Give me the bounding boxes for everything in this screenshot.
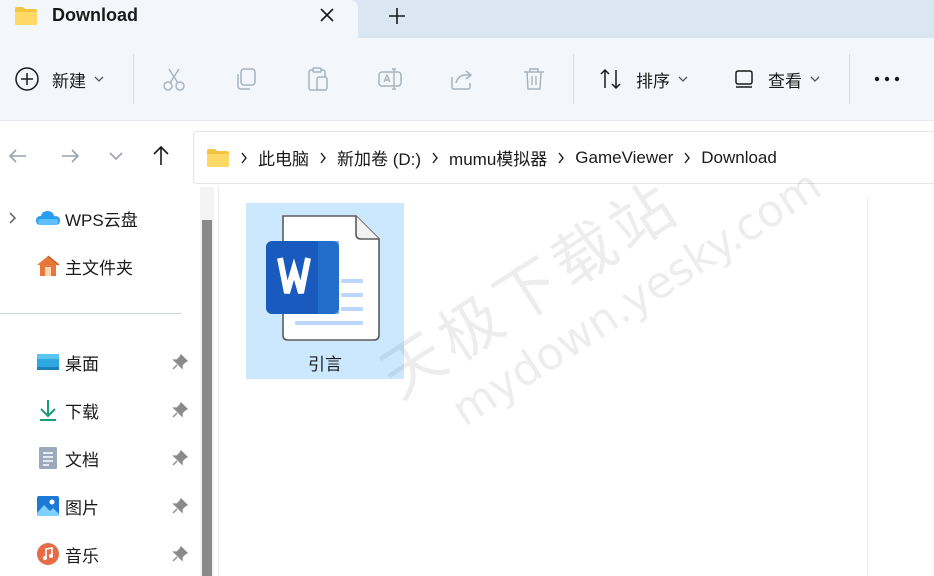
chevron-right-icon[interactable] bbox=[557, 152, 565, 164]
chevron-right-icon[interactable] bbox=[319, 152, 327, 164]
plus-icon[interactable] bbox=[384, 3, 410, 29]
pin-icon[interactable] bbox=[171, 545, 189, 563]
share-button[interactable] bbox=[448, 38, 476, 120]
view-icon bbox=[735, 70, 753, 88]
forward-arrow-icon[interactable] bbox=[58, 144, 82, 168]
sort-label: 排序 bbox=[636, 71, 670, 91]
more-options-button[interactable] bbox=[873, 38, 901, 120]
breadcrumb-gameviewer[interactable]: GameViewer bbox=[575, 148, 673, 168]
pin-icon[interactable] bbox=[171, 353, 189, 371]
up-arrow-icon[interactable] bbox=[149, 144, 173, 168]
new-label: 新建 bbox=[52, 71, 86, 91]
word-document-icon bbox=[266, 215, 380, 341]
chevron-right-icon[interactable] bbox=[4, 210, 20, 226]
sidebar-item-downloads[interactable]: 下载 bbox=[0, 393, 200, 427]
home-icon bbox=[35, 253, 61, 279]
sidebar-item-desktop[interactable]: 桌面 bbox=[0, 345, 200, 379]
rename-icon bbox=[378, 68, 402, 90]
breadcrumb-drive-d[interactable]: 新加卷 (D:) bbox=[337, 145, 421, 170]
chevron-down-icon bbox=[810, 76, 820, 82]
copy-icon bbox=[237, 68, 256, 90]
document-icon bbox=[35, 445, 61, 471]
command-bar: 新建 排序 查看 bbox=[0, 38, 934, 121]
chevron-right-icon[interactable] bbox=[240, 152, 248, 164]
view-label: 查看 bbox=[768, 71, 802, 91]
view-button[interactable]: 查看 bbox=[734, 38, 820, 120]
sidebar-divider bbox=[0, 313, 182, 314]
breadcrumb-mumu[interactable]: mumu模拟器 bbox=[449, 145, 547, 170]
sidebar-item-label: WPS云盘 bbox=[65, 210, 138, 230]
chevron-down-icon bbox=[94, 76, 104, 82]
sidebar-scrollbar-thumb[interactable] bbox=[202, 220, 212, 576]
sidebar-item-documents[interactable]: 文档 bbox=[0, 441, 200, 475]
toolbar-divider bbox=[573, 54, 574, 104]
file-name: 引言 bbox=[308, 355, 342, 374]
chevron-right-icon[interactable] bbox=[431, 152, 439, 164]
download-icon bbox=[35, 397, 61, 423]
sidebar-item-label: 图片 bbox=[65, 498, 99, 518]
sidebar-item-music[interactable]: 音乐 bbox=[0, 537, 200, 571]
tab-download[interactable]: Download bbox=[0, 0, 358, 38]
sidebar-item-label: 桌面 bbox=[65, 354, 99, 374]
plus-circle-icon bbox=[15, 67, 39, 91]
sidebar-item-wps-cloud[interactable]: WPS云盘 bbox=[0, 201, 200, 235]
chevron-down-icon[interactable] bbox=[104, 144, 128, 168]
cut-button[interactable] bbox=[160, 38, 188, 120]
cloud-icon bbox=[35, 205, 61, 231]
folder-icon bbox=[207, 148, 229, 167]
trash-icon bbox=[524, 68, 544, 90]
sidebar-item-pictures[interactable]: 图片 bbox=[0, 489, 200, 523]
chevron-down-icon bbox=[678, 76, 688, 82]
sidebar-item-label: 主文件夹 bbox=[65, 258, 133, 278]
new-button[interactable]: 新建 bbox=[14, 38, 104, 120]
desktop-icon bbox=[35, 349, 61, 375]
picture-icon bbox=[35, 493, 61, 519]
sidebar-item-label: 文档 bbox=[65, 450, 99, 470]
more-dots-icon bbox=[874, 76, 900, 82]
music-icon bbox=[35, 541, 61, 567]
sort-button[interactable]: 排序 bbox=[598, 38, 688, 120]
breadcrumb-download[interactable]: Download bbox=[701, 148, 777, 168]
rename-button[interactable] bbox=[376, 38, 404, 120]
back-arrow-icon[interactable] bbox=[6, 144, 30, 168]
pin-icon[interactable] bbox=[171, 497, 189, 515]
delete-button[interactable] bbox=[520, 38, 548, 120]
toolbar-divider bbox=[133, 54, 134, 104]
tab-strip: Download bbox=[0, 0, 934, 38]
address-bar[interactable]: 此电脑 新加卷 (D:) mumu模拟器 GameViewer Download bbox=[193, 131, 934, 184]
sort-icon bbox=[600, 68, 621, 90]
sidebar-item-label: 下载 bbox=[65, 402, 99, 422]
chevron-right-icon[interactable] bbox=[683, 152, 691, 164]
sidebar-item-home[interactable]: 主文件夹 bbox=[0, 249, 200, 283]
paste-button[interactable] bbox=[304, 38, 332, 120]
close-icon[interactable] bbox=[316, 4, 338, 26]
breadcrumb-this-pc[interactable]: 此电脑 bbox=[258, 145, 309, 170]
copy-button[interactable] bbox=[232, 38, 260, 120]
pin-icon[interactable] bbox=[171, 401, 189, 419]
folder-icon bbox=[15, 7, 37, 25]
content-divider bbox=[867, 196, 868, 576]
tab-title: Download bbox=[52, 5, 138, 25]
share-icon bbox=[451, 70, 473, 90]
sidebar-item-label: 音乐 bbox=[65, 546, 99, 566]
scissors-icon bbox=[163, 68, 185, 91]
toolbar-divider bbox=[849, 54, 850, 104]
clipboard-icon bbox=[308, 67, 328, 91]
pin-icon[interactable] bbox=[171, 449, 189, 467]
